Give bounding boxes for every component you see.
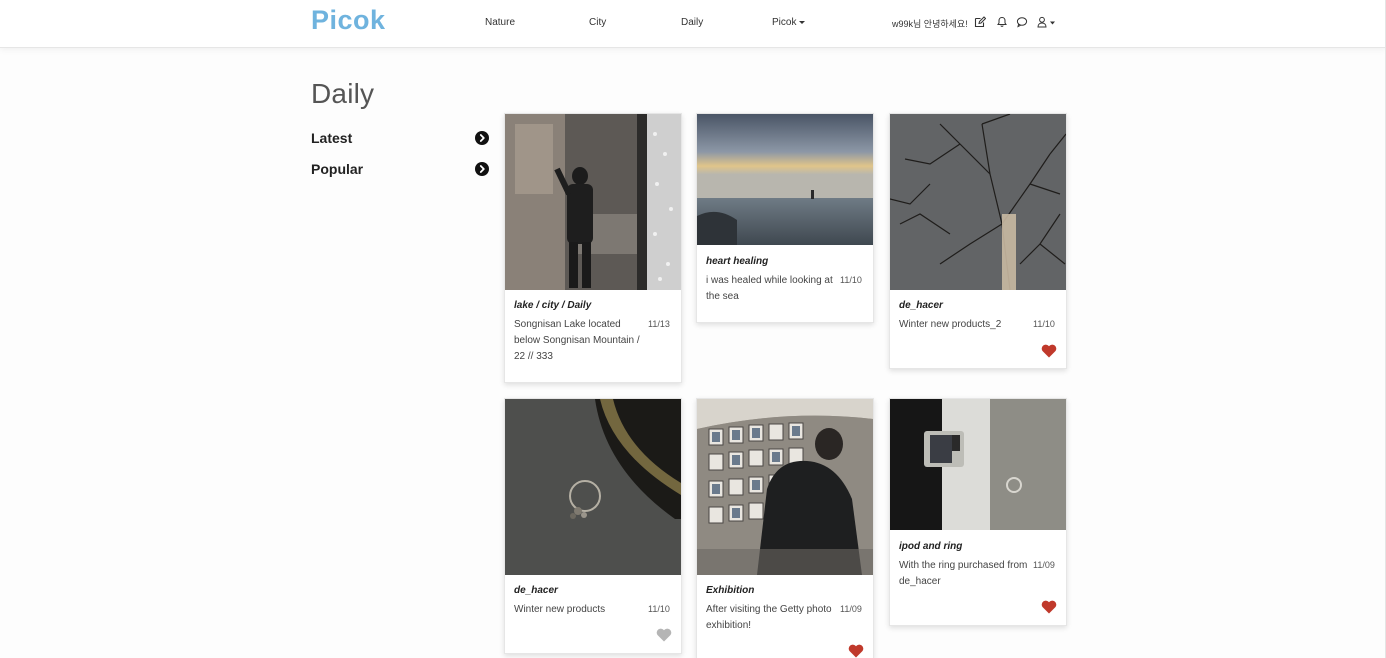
post-card[interactable]: ipod and ring With the ring purchased fr… bbox=[889, 398, 1067, 626]
nav-link-city[interactable]: City bbox=[589, 17, 606, 28]
post-description: i was healed while looking at the sea bbox=[706, 275, 833, 302]
post-date: 11/09 bbox=[840, 604, 862, 614]
post-description: Winter new products_2 bbox=[899, 319, 1002, 330]
post-title: de_hacer bbox=[899, 300, 943, 311]
post-date: 11/13 bbox=[648, 319, 670, 329]
top-navbar: Picok Nature City Daily Picok w99k님 안녕하세… bbox=[0, 0, 1386, 48]
page: Picok Nature City Daily Picok w99k님 안녕하세… bbox=[0, 0, 1386, 658]
post-card[interactable]: Exhibition After visiting the Getty phot… bbox=[696, 398, 874, 658]
post-card[interactable]: lake / city / Daily Songnisan Lake locat… bbox=[504, 113, 682, 383]
edit-icon[interactable] bbox=[974, 16, 986, 28]
post-date: 11/10 bbox=[840, 275, 862, 285]
post-photo[interactable] bbox=[505, 399, 681, 575]
bell-icon[interactable] bbox=[996, 16, 1008, 28]
post-card[interactable]: de_hacer Winter new products 11/10 bbox=[504, 398, 682, 654]
chevron-right-circle-icon[interactable] bbox=[475, 162, 489, 176]
post-card[interactable]: heart healing i was healed while looking… bbox=[696, 113, 874, 323]
chat-icon[interactable] bbox=[1016, 16, 1028, 28]
post-title: de_hacer bbox=[514, 585, 558, 596]
sidebar-item-popular[interactable]: Popular bbox=[311, 159, 489, 179]
post-description: Songnisan Lake located below Songnisan M… bbox=[514, 319, 640, 362]
user-greeting: w99k님 안녕하세요! bbox=[892, 19, 968, 29]
post-card[interactable]: de_hacer Winter new products_2 11/10 bbox=[889, 113, 1067, 369]
post-description: Winter new products bbox=[514, 604, 606, 615]
user-icon[interactable] bbox=[1037, 16, 1057, 28]
post-title: ipod and ring bbox=[899, 541, 963, 552]
page-title: Daily bbox=[311, 78, 375, 109]
sidebar-item-latest[interactable]: Latest bbox=[311, 128, 489, 148]
post-photo[interactable] bbox=[505, 114, 681, 290]
post-photo[interactable] bbox=[890, 399, 1066, 530]
post-description: With the ring purchased from de_hacer bbox=[899, 560, 1028, 587]
post-title: Exhibition bbox=[706, 585, 755, 596]
post-date: 11/10 bbox=[648, 604, 670, 614]
nav-dropdown-label: Picok bbox=[772, 17, 797, 28]
post-title: heart healing bbox=[706, 256, 769, 267]
chevron-right-circle-icon[interactable] bbox=[475, 131, 489, 145]
post-title: lake / city / Daily bbox=[514, 300, 592, 311]
heart-icon[interactable] bbox=[1041, 600, 1057, 614]
post-date: 11/10 bbox=[1033, 319, 1055, 329]
sidebar-item-label: Latest bbox=[311, 130, 353, 146]
post-photo[interactable] bbox=[697, 399, 873, 575]
sidebar-item-label: Popular bbox=[311, 161, 364, 177]
post-photo[interactable] bbox=[890, 114, 1066, 290]
post-description: After visiting the Getty photo exhibitio… bbox=[706, 604, 832, 631]
post-photo[interactable] bbox=[697, 114, 873, 245]
heart-icon[interactable] bbox=[1041, 344, 1057, 358]
post-date: 11/09 bbox=[1033, 560, 1055, 570]
nav-dropdown-picok[interactable]: Picok bbox=[772, 17, 806, 28]
nav-link-nature[interactable]: Nature bbox=[485, 17, 515, 28]
nav-link-daily[interactable]: Daily bbox=[681, 17, 703, 28]
brand-logo[interactable]: Picok bbox=[311, 5, 386, 36]
heart-icon[interactable] bbox=[656, 628, 672, 642]
heart-icon[interactable] bbox=[848, 644, 864, 658]
caret-down-icon bbox=[799, 20, 806, 24]
